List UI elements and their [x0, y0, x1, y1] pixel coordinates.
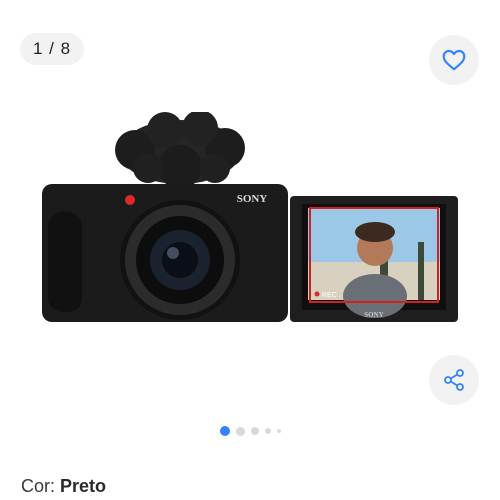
flip-screen: REC SONY	[290, 196, 458, 322]
pagination-dot-1[interactable]	[219, 426, 230, 436]
product-image[interactable]: SONY REC SONY	[40, 112, 460, 327]
pagination-dot-5[interactable]	[276, 429, 281, 433]
share-icon	[444, 369, 464, 391]
heart-icon	[442, 49, 466, 71]
screen-brand-text: SONY	[364, 311, 383, 319]
pagination-dot-2[interactable]	[235, 426, 245, 436]
favorite-button[interactable]	[429, 35, 479, 85]
color-label: Cor:	[21, 476, 56, 496]
share-button[interactable]	[429, 355, 479, 405]
camera-lens	[120, 200, 240, 320]
camera-brand-text: SONY	[237, 193, 268, 205]
mic-windscreen	[115, 112, 245, 189]
pagination-dots	[0, 426, 500, 436]
image-counter: 1 / 8	[20, 33, 85, 65]
pagination-dot-3[interactable]	[250, 427, 259, 435]
pagination-dot-4[interactable]	[264, 428, 271, 434]
rec-label: REC	[322, 292, 337, 299]
record-dot	[125, 195, 135, 205]
product-gallery-page: 1 / 8 SONY REC SONY Cor: Preto	[0, 0, 500, 500]
color-attribute: Cor: Preto	[21, 476, 106, 497]
color-value: Preto	[60, 476, 107, 496]
